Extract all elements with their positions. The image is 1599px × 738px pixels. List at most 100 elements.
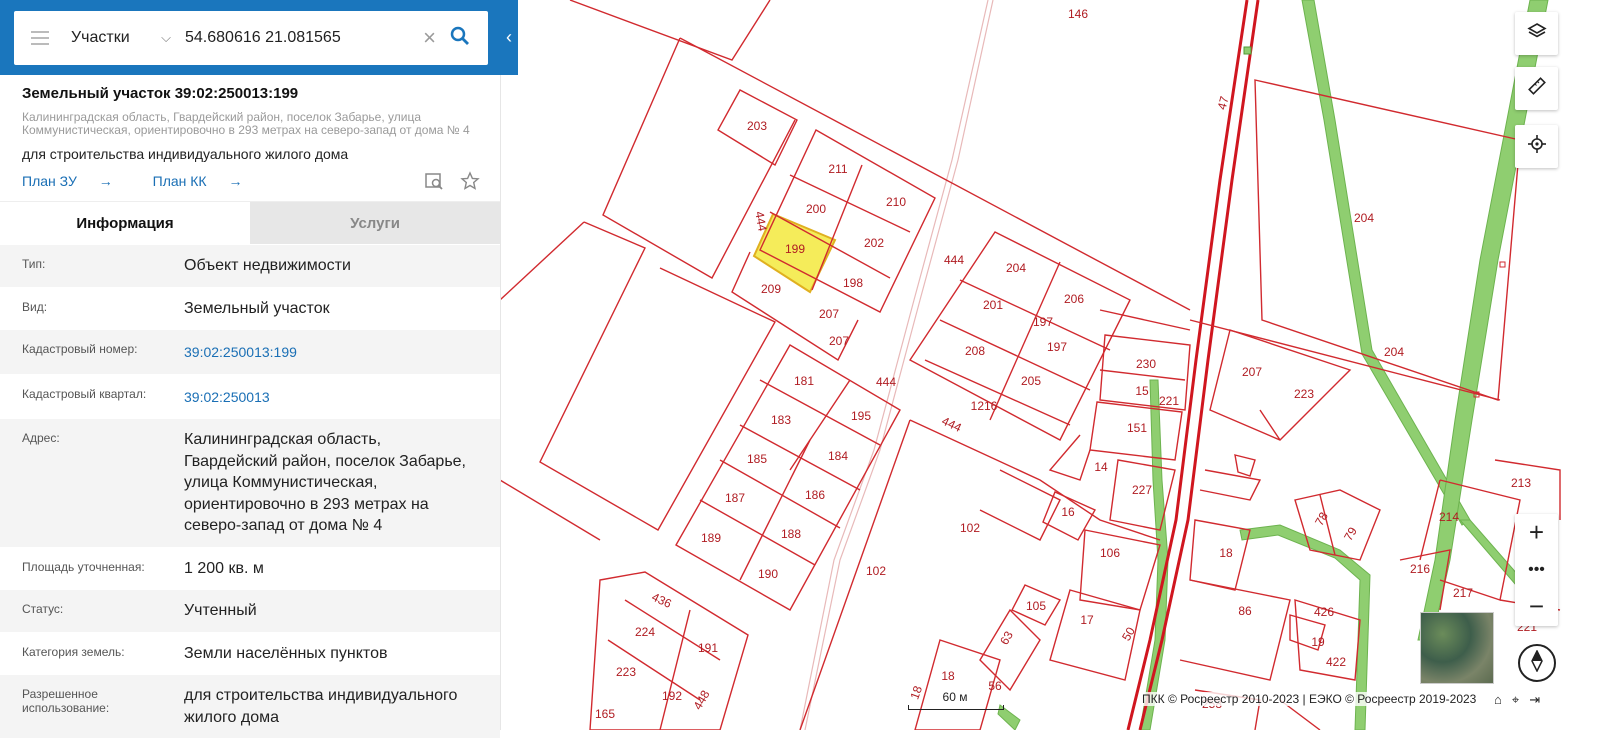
layer-select-value: Участки <box>71 29 130 46</box>
info-label: Кадастровый номер: <box>22 342 138 356</box>
zoom-out-button[interactable]: − <box>1515 588 1558 625</box>
info-label: Адрес: <box>22 431 60 445</box>
layers-button[interactable] <box>1515 12 1558 55</box>
header-actions <box>424 171 480 196</box>
info-label: Площадь уточненная: <box>22 559 145 574</box>
info-table: Тип: Объект недвижимости Вид: Земельный уч… <box>0 244 500 738</box>
parcel-label: 197 <box>1033 315 1053 329</box>
parcel-label: 208 <box>965 344 985 358</box>
parcel-label: 422 <box>1326 655 1346 669</box>
panel-tabs: Информация Услуги <box>0 201 500 244</box>
parcel-label: 444 <box>944 253 964 267</box>
plan-zu-label: План ЗУ <box>22 173 77 189</box>
layers-icon <box>1526 21 1547 46</box>
plan-kk-link[interactable]: План КК → <box>153 173 261 189</box>
parcel-label: 444 <box>752 210 769 232</box>
locate-button[interactable] <box>1515 125 1558 168</box>
parcel-label: 192 <box>662 689 682 703</box>
parcel-label: 426 <box>1314 605 1334 619</box>
tab-services[interactable]: Услуги <box>250 202 500 244</box>
parcel-label: 211 <box>828 162 847 176</box>
parcel-label: 19 <box>1311 635 1325 649</box>
attribution: ПКК © Росреестр 2010-2023 | ЕЭКО © Росре… <box>1140 692 1479 706</box>
parcel-label: 187 <box>725 491 745 505</box>
info-row-cadastral-quarter: Кадастровый квартал: 39:02:250013 <box>0 373 500 419</box>
parcel-label: 207 <box>819 307 839 321</box>
parcel-label: 197 <box>1047 340 1067 354</box>
search-icon[interactable] <box>450 26 470 51</box>
arrow-right-icon: → <box>98 173 113 189</box>
bottom-toolbar: ⌂ ⌖ ⇥ <box>1494 692 1540 708</box>
parcel-label: 79 <box>1341 524 1360 543</box>
parcel-label: 102 <box>866 564 886 578</box>
parcel-label: 199 <box>785 242 805 256</box>
info-label: Разрешенное использование: <box>22 687 110 715</box>
info-value: Земельный участок <box>184 299 330 317</box>
clear-icon[interactable]: × <box>423 25 436 51</box>
parcel-label: 230 <box>1136 357 1156 371</box>
collapse-panel-button[interactable]: ‹ <box>500 0 518 75</box>
tab-info[interactable]: Информация <box>0 202 250 244</box>
parcel-title: Земельный участок 39:02:250013:199 <box>22 85 299 102</box>
parcel-label: 224 <box>635 625 655 639</box>
search-box: Участки ⌵ 54.680616 21.081565 × <box>14 11 488 65</box>
favorite-star-icon[interactable] <box>460 171 480 196</box>
zoom-in-button[interactable]: + <box>1515 514 1558 551</box>
parcel-label: 214 <box>1439 510 1459 524</box>
scale-bar: 60 м <box>908 690 1004 710</box>
info-value: 1 200 кв. м <box>184 559 264 577</box>
parcel-label: 15 <box>1135 384 1149 398</box>
parcel-label: 17 <box>1080 613 1094 627</box>
parcel-label: 198 <box>843 276 863 290</box>
info-row-status: Статус: Учтенный <box>0 589 500 632</box>
parcel-label: 195 <box>851 409 871 423</box>
parcel-label: 201 <box>983 298 1003 312</box>
exit-icon[interactable]: ⇥ <box>1529 692 1540 708</box>
info-panel: Земельный участок 39:02:250013:199 Калин… <box>0 75 501 738</box>
scale-line <box>908 705 1004 710</box>
plan-links: План ЗУ → План КК → <box>22 173 278 189</box>
parcel-label: 200 <box>806 202 826 216</box>
search-bar-container: Участки ⌵ 54.680616 21.081565 × <box>0 0 518 75</box>
zoom-controls: + ••• − <box>1515 514 1558 626</box>
cadastral-quarter-link[interactable]: 39:02:250013 <box>184 375 478 419</box>
cadastral-number-link[interactable]: 39:02:250013:199 <box>184 330 478 374</box>
zoom-to-object-icon[interactable] <box>424 171 444 196</box>
parcel-label: 206 <box>1064 292 1084 306</box>
compass-button[interactable] <box>1518 644 1556 682</box>
chevron-left-icon: ‹ <box>506 27 512 47</box>
home-icon[interactable]: ⌂ <box>1494 692 1502 708</box>
parcel-label: 18 <box>1219 546 1233 560</box>
info-label: Категория земель: <box>22 644 125 659</box>
parcel-label: 444 <box>876 375 896 389</box>
menu-icon[interactable] <box>31 31 49 45</box>
parcel-label: 216 <box>1410 562 1430 576</box>
more-icon[interactable]: ••• <box>1515 551 1558 588</box>
parcel-label: 106 <box>1100 546 1120 560</box>
parcel-label: 227 <box>1132 483 1152 497</box>
info-row-area: Площадь уточненная: 1 200 кв. м <box>0 546 500 590</box>
info-row-address: Адрес: Калининградская область, Гвардейск… <box>0 418 500 547</box>
parcel-label: 165 <box>595 707 615 721</box>
scale-label: 60 м <box>942 690 968 704</box>
parcel-label: 146 <box>1068 7 1088 21</box>
parcel-header: Земельный участок 39:02:250013:199 Калин… <box>0 75 500 201</box>
plan-kk-label: План КК <box>152 173 207 189</box>
parcel-label: 444 <box>940 414 964 435</box>
plan-zu-link[interactable]: План ЗУ → <box>22 173 131 189</box>
basemap-thumbnail[interactable] <box>1420 612 1494 684</box>
parcel-label: 102 <box>960 521 980 535</box>
parcel-label: 203 <box>747 119 767 133</box>
info-label: Кадастровый квартал: <box>22 386 147 401</box>
parcel-label: 207 <box>829 334 849 348</box>
parcel-label: 204 <box>1354 211 1374 225</box>
info-value: Объект недвижимости <box>184 257 351 274</box>
crosshair-icon <box>1527 134 1547 159</box>
info-label: Вид: <box>22 299 48 314</box>
layer-select[interactable]: Участки ⌵ <box>71 29 171 47</box>
parcel-label: 204 <box>1384 345 1404 359</box>
measure-button[interactable] <box>1515 67 1558 110</box>
parcel-label: 448 <box>690 688 712 713</box>
pin-icon[interactable]: ⌖ <box>1512 692 1519 708</box>
search-input[interactable]: 54.680616 21.081565 <box>185 29 423 47</box>
